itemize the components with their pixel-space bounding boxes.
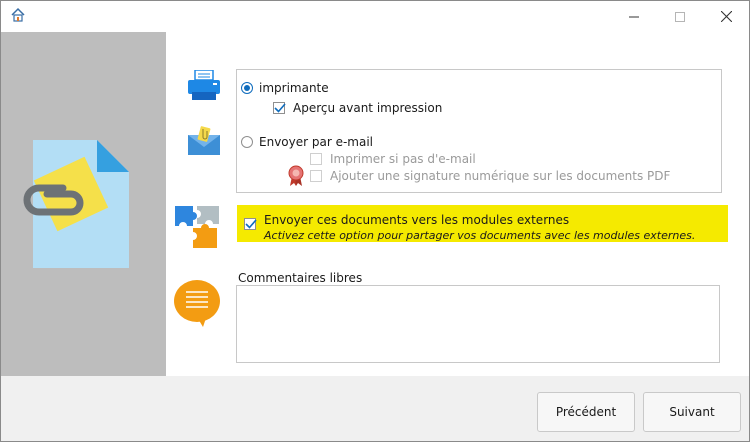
preview-option[interactable]: Aperçu avant impression [273,101,442,115]
checkmark-icon [245,219,257,229]
digital-signature-label: Ajouter une signature numérique sur les … [330,169,671,183]
previous-button[interactable]: Précédent [537,392,635,432]
dialog-window: imprimante Aperçu avant impression Envoy… [0,0,750,442]
minimize-icon [629,16,639,17]
email-label: Envoyer par e-mail [259,135,374,149]
minimize-button[interactable] [611,1,657,32]
print-if-no-email-option[interactable]: Imprimer si pas d'e-mail [310,152,476,166]
comments-label: Commentaires libres [238,271,363,285]
certificate-seal-icon [288,165,304,186]
digital-signature-option[interactable]: Ajouter une signature numérique sur les … [310,169,670,183]
email-icon [188,126,220,155]
home-icon [10,7,26,23]
close-button[interactable] [703,1,749,32]
external-modules-option[interactable]: Envoyer ces documents vers les modules e… [244,213,695,243]
maximize-button[interactable] [657,1,703,32]
printer-label: imprimante [259,81,329,95]
checkmark-icon [274,103,286,113]
print-if-no-email-checkbox[interactable] [310,153,322,165]
footer [1,376,749,441]
close-icon [720,11,732,22]
maximize-icon [675,11,685,22]
print-if-no-email-label: Imprimer si pas d'e-mail [330,152,476,166]
digital-signature-checkbox[interactable] [310,170,322,182]
comment-icon [174,280,220,327]
puzzle-modules-icon [175,206,219,248]
email-radio[interactable] [241,136,253,148]
comments-textarea[interactable] [236,285,720,363]
preview-checkbox[interactable] [273,102,286,114]
next-button[interactable]: Suivant [643,392,741,432]
printer-option[interactable]: imprimante [241,81,329,95]
printer-icon [188,70,220,100]
side-panel [1,32,166,376]
external-modules-checkbox[interactable] [244,218,257,230]
printer-radio[interactable] [241,82,253,94]
document-attachment-icon [23,140,129,268]
external-modules-description: Activez cette option pour partager vos d… [264,229,696,242]
external-modules-title: Envoyer ces documents vers les modules e… [264,213,570,227]
email-option[interactable]: Envoyer par e-mail [241,135,373,149]
title-bar [1,1,749,32]
preview-label: Aperçu avant impression [293,101,443,115]
